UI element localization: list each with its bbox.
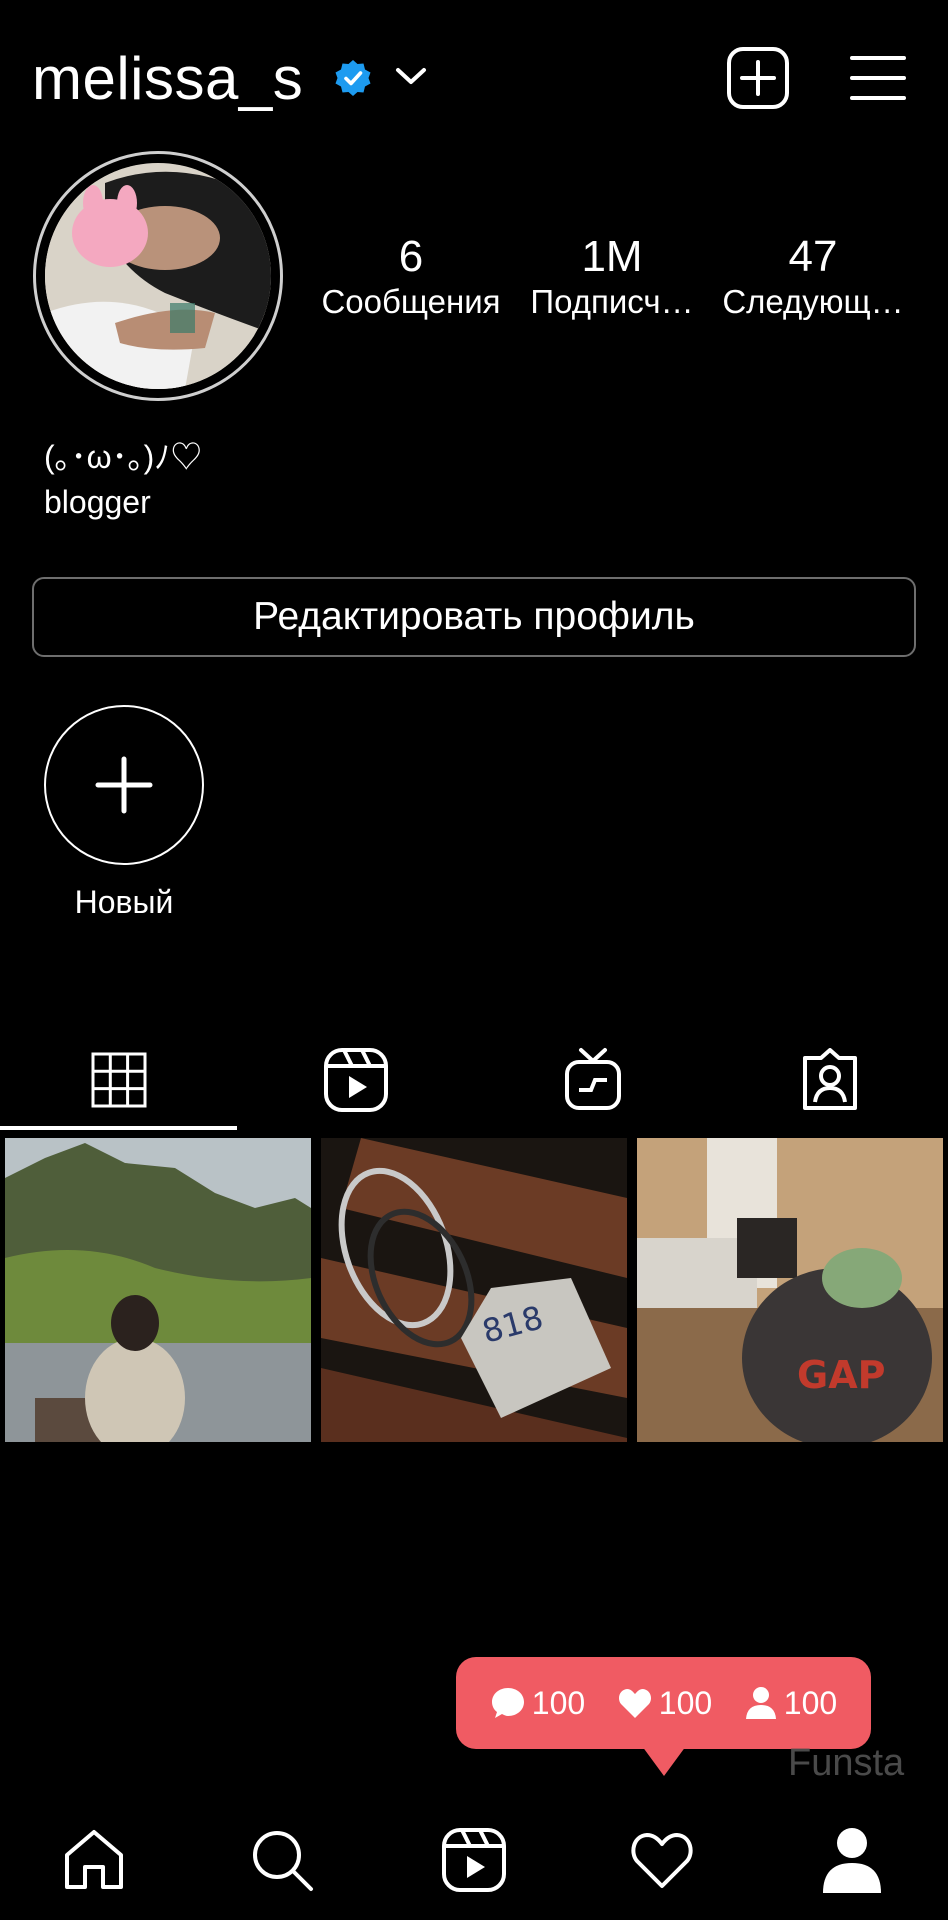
tab-grid[interactable] (0, 1030, 237, 1130)
watermark-text: Funsta (788, 1742, 905, 1784)
nav-home[interactable] (34, 1820, 154, 1900)
followers-count: 100 (783, 1684, 838, 1721)
bio-emoticon: (｡･ω･｡)ﾉ♡ (44, 439, 203, 475)
likes-count: 100 (658, 1684, 713, 1721)
post-thumbnail[interactable]: 818 (321, 1138, 627, 1442)
stat-followers-count: 1M (581, 232, 643, 281)
stat-following-count: 47 (788, 232, 838, 281)
comment-icon (491, 1688, 524, 1718)
post-image-room: GAP (637, 1138, 943, 1442)
stat-followers-label: Подписч… (530, 283, 694, 320)
bio-text: blogger (44, 484, 151, 520)
comments-count-group: 100 (490, 1685, 585, 1722)
verified-badge-icon (335, 60, 371, 96)
stat-posts-count: 6 (398, 232, 424, 281)
svg-text:GAP: GAP (797, 1353, 885, 1397)
stat-posts[interactable]: 6 Сообщения (311, 232, 511, 322)
add-post-icon[interactable] (726, 46, 790, 110)
new-highlight-button[interactable] (44, 705, 204, 865)
post-image-lake (5, 1138, 311, 1442)
post-thumbnail[interactable] (5, 1138, 311, 1442)
stat-following-label: Следующ… (722, 283, 904, 320)
person-icon (745, 1687, 776, 1719)
igtv-icon (564, 1048, 621, 1110)
stat-posts-label: Сообщения (321, 283, 501, 320)
profile-icon (823, 1828, 881, 1893)
active-tab-indicator (0, 1126, 237, 1130)
tab-igtv[interactable] (474, 1030, 711, 1130)
chevron-down-icon[interactable] (394, 62, 428, 90)
bubble-pointer (642, 1746, 686, 1776)
menu-icon[interactable] (850, 54, 906, 102)
nav-reels[interactable] (414, 1820, 534, 1900)
reels-icon (442, 1828, 506, 1892)
nav-search[interactable] (222, 1820, 342, 1900)
avatar-photo (45, 163, 271, 389)
home-icon (65, 1830, 123, 1889)
likes-count-group: 100 (617, 1685, 712, 1722)
followers-count-group: 100 (744, 1685, 837, 1722)
stat-followers[interactable]: 1M Подписч… (512, 232, 712, 322)
edit-profile-button[interactable]: Редактировать профиль (32, 577, 916, 657)
reels-icon (323, 1048, 388, 1112)
search-icon (253, 1831, 313, 1891)
post-image-tennis: 818 (321, 1138, 627, 1442)
tab-reels[interactable] (237, 1030, 474, 1130)
post-thumbnail[interactable]: GAP (637, 1138, 943, 1442)
activity-notification-bubble[interactable]: 100 100 100 (456, 1657, 871, 1749)
heart-icon (631, 1833, 693, 1888)
new-highlight-label: Новый (74, 884, 174, 920)
plus-icon (95, 756, 153, 814)
avatar[interactable] (45, 163, 271, 389)
nav-profile[interactable] (792, 1820, 912, 1900)
tagged-icon (802, 1048, 857, 1110)
nav-activity[interactable] (602, 1820, 722, 1900)
tab-tagged[interactable] (711, 1030, 948, 1130)
comments-count: 100 (531, 1684, 586, 1721)
stat-following[interactable]: 47 Следующ… (713, 232, 913, 322)
heart-icon (618, 1689, 651, 1718)
grid-icon (91, 1052, 146, 1108)
profile-username[interactable]: melissa_s (32, 44, 303, 114)
